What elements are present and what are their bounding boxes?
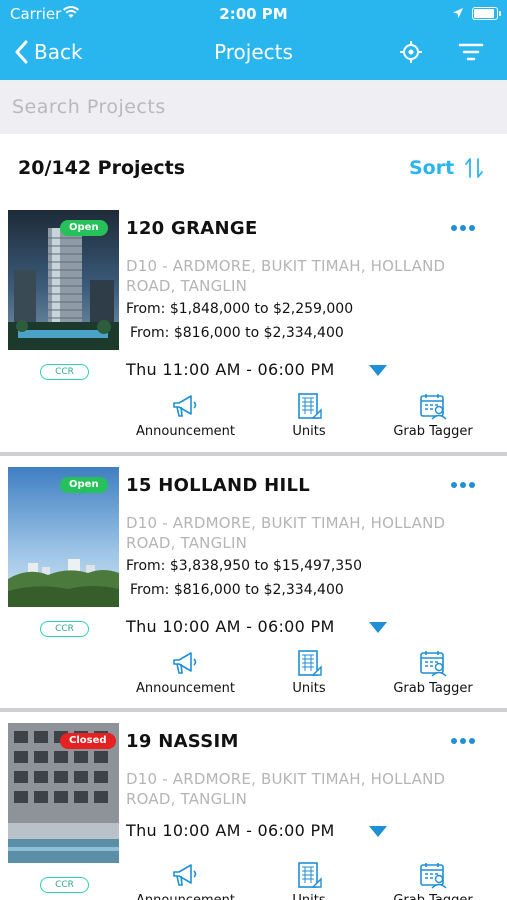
location-arrow-icon: [453, 8, 463, 18]
sort-arrows-icon: [465, 158, 484, 178]
status-badge: Closed: [60, 733, 116, 749]
showflat-time[interactable]: Thu 10:00 AM - 06:00 PM: [126, 821, 335, 840]
status-bar: Carrier 2:00 PM: [0, 0, 507, 28]
units-label: Units: [284, 893, 334, 900]
card-divider: [0, 708, 507, 712]
clock: 2:00 PM: [219, 5, 288, 23]
filter-icon[interactable]: [458, 42, 484, 62]
grab-tagger-button[interactable]: Grab Tagger: [388, 392, 478, 439]
grab-tagger-button[interactable]: Grab Tagger: [388, 861, 478, 900]
battery-icon: [472, 7, 501, 20]
announcement-button[interactable]: Announcement: [136, 649, 235, 696]
floor-plan-icon: [298, 393, 322, 419]
grab-tagger-label: Grab Tagger: [393, 681, 473, 696]
dropdown-caret-icon[interactable]: [369, 826, 387, 837]
project-address: D10 - ARDMORE, BUKIT TIMAH, HOLLAND ROAD…: [126, 514, 446, 552]
project-address: D10 - ARDMORE, BUKIT TIMAH, HOLLAND ROAD…: [126, 770, 446, 808]
region-badge: CCR: [40, 877, 89, 893]
price-range: From: $816,000 to $2,334,400: [130, 325, 344, 341]
project-name: 120 GRANGE: [126, 218, 258, 239]
card-divider: [0, 452, 507, 456]
project-name: 15 HOLLAND HILL: [126, 475, 311, 496]
dropdown-caret-icon[interactable]: [369, 365, 387, 376]
announcement-label: Announcement: [136, 681, 235, 696]
status-badge: Open: [60, 220, 108, 236]
megaphone-icon: [173, 864, 197, 886]
showflat-time[interactable]: Thu 11:00 AM - 06:00 PM: [126, 360, 335, 379]
units-label: Units: [292, 424, 326, 439]
more-options-icon[interactable]: [450, 224, 476, 232]
project-count: 20/142 Projects: [18, 157, 186, 179]
calendar-user-icon: [420, 863, 447, 889]
showflat-time[interactable]: Thu 10:00 AM - 06:00 PM: [126, 617, 335, 636]
price-range: From: $1,848,000 to $2,259,000: [126, 301, 354, 317]
project-image[interactable]: Closed: [8, 723, 119, 863]
project-image[interactable]: Open: [8, 210, 119, 350]
project-card[interactable]: Open CCR 15 HOLLAND HILL D10 - ARDMORE, …: [0, 467, 507, 711]
page-title: Projects: [214, 40, 293, 64]
megaphone-icon: [173, 652, 197, 674]
project-name: 19 NASSIM: [126, 731, 239, 752]
calendar-user-icon: [420, 651, 447, 677]
announcement-button[interactable]: Announcement: [136, 392, 235, 439]
dropdown-caret-icon[interactable]: [369, 622, 387, 633]
crosshair-icon[interactable]: [399, 40, 423, 64]
units-button[interactable]: Units: [284, 392, 334, 439]
grab-tagger-label: Grab Tagger: [393, 424, 473, 439]
sort-label: Sort: [409, 157, 455, 179]
units-label: Units: [292, 681, 326, 696]
sort-button[interactable]: Sort: [409, 157, 484, 179]
search-bar: [0, 80, 507, 134]
project-address: D10 - ARDMORE, BUKIT TIMAH, HOLLAND ROAD…: [126, 257, 446, 295]
announcement-button[interactable]: Announcement: [136, 861, 235, 900]
region-badge: CCR: [40, 621, 89, 637]
more-options-icon[interactable]: [450, 737, 476, 745]
status-badge: Open: [60, 477, 108, 493]
grab-tagger-label: Grab Tagger: [388, 893, 478, 900]
units-button[interactable]: Units: [284, 649, 334, 696]
price-range: From: $816,000 to $2,334,400: [130, 582, 344, 598]
megaphone-icon: [173, 395, 197, 417]
floor-plan-icon: [298, 862, 322, 888]
more-options-icon[interactable]: [450, 481, 476, 489]
announcement-label: Announcement: [136, 893, 235, 900]
announcement-label: Announcement: [136, 424, 235, 439]
project-image[interactable]: Open: [8, 467, 119, 607]
region-badge: CCR: [40, 364, 89, 380]
project-card[interactable]: Closed CCR 19 NASSIM D10 - ARDMORE, BUKI…: [0, 723, 507, 900]
units-button[interactable]: Units: [284, 861, 334, 900]
search-input[interactable]: [12, 91, 492, 123]
grab-tagger-button[interactable]: Grab Tagger: [388, 649, 478, 696]
top-bar: Carrier 2:00 PM Back Projects: [0, 0, 507, 80]
calendar-user-icon: [420, 394, 447, 420]
floor-plan-icon: [298, 650, 322, 676]
price-range: From: $3,838,950 to $15,497,350: [126, 558, 363, 574]
project-card[interactable]: Open CCR 120 GRANGE D10 - ARDMORE, BUKIT…: [0, 210, 507, 454]
